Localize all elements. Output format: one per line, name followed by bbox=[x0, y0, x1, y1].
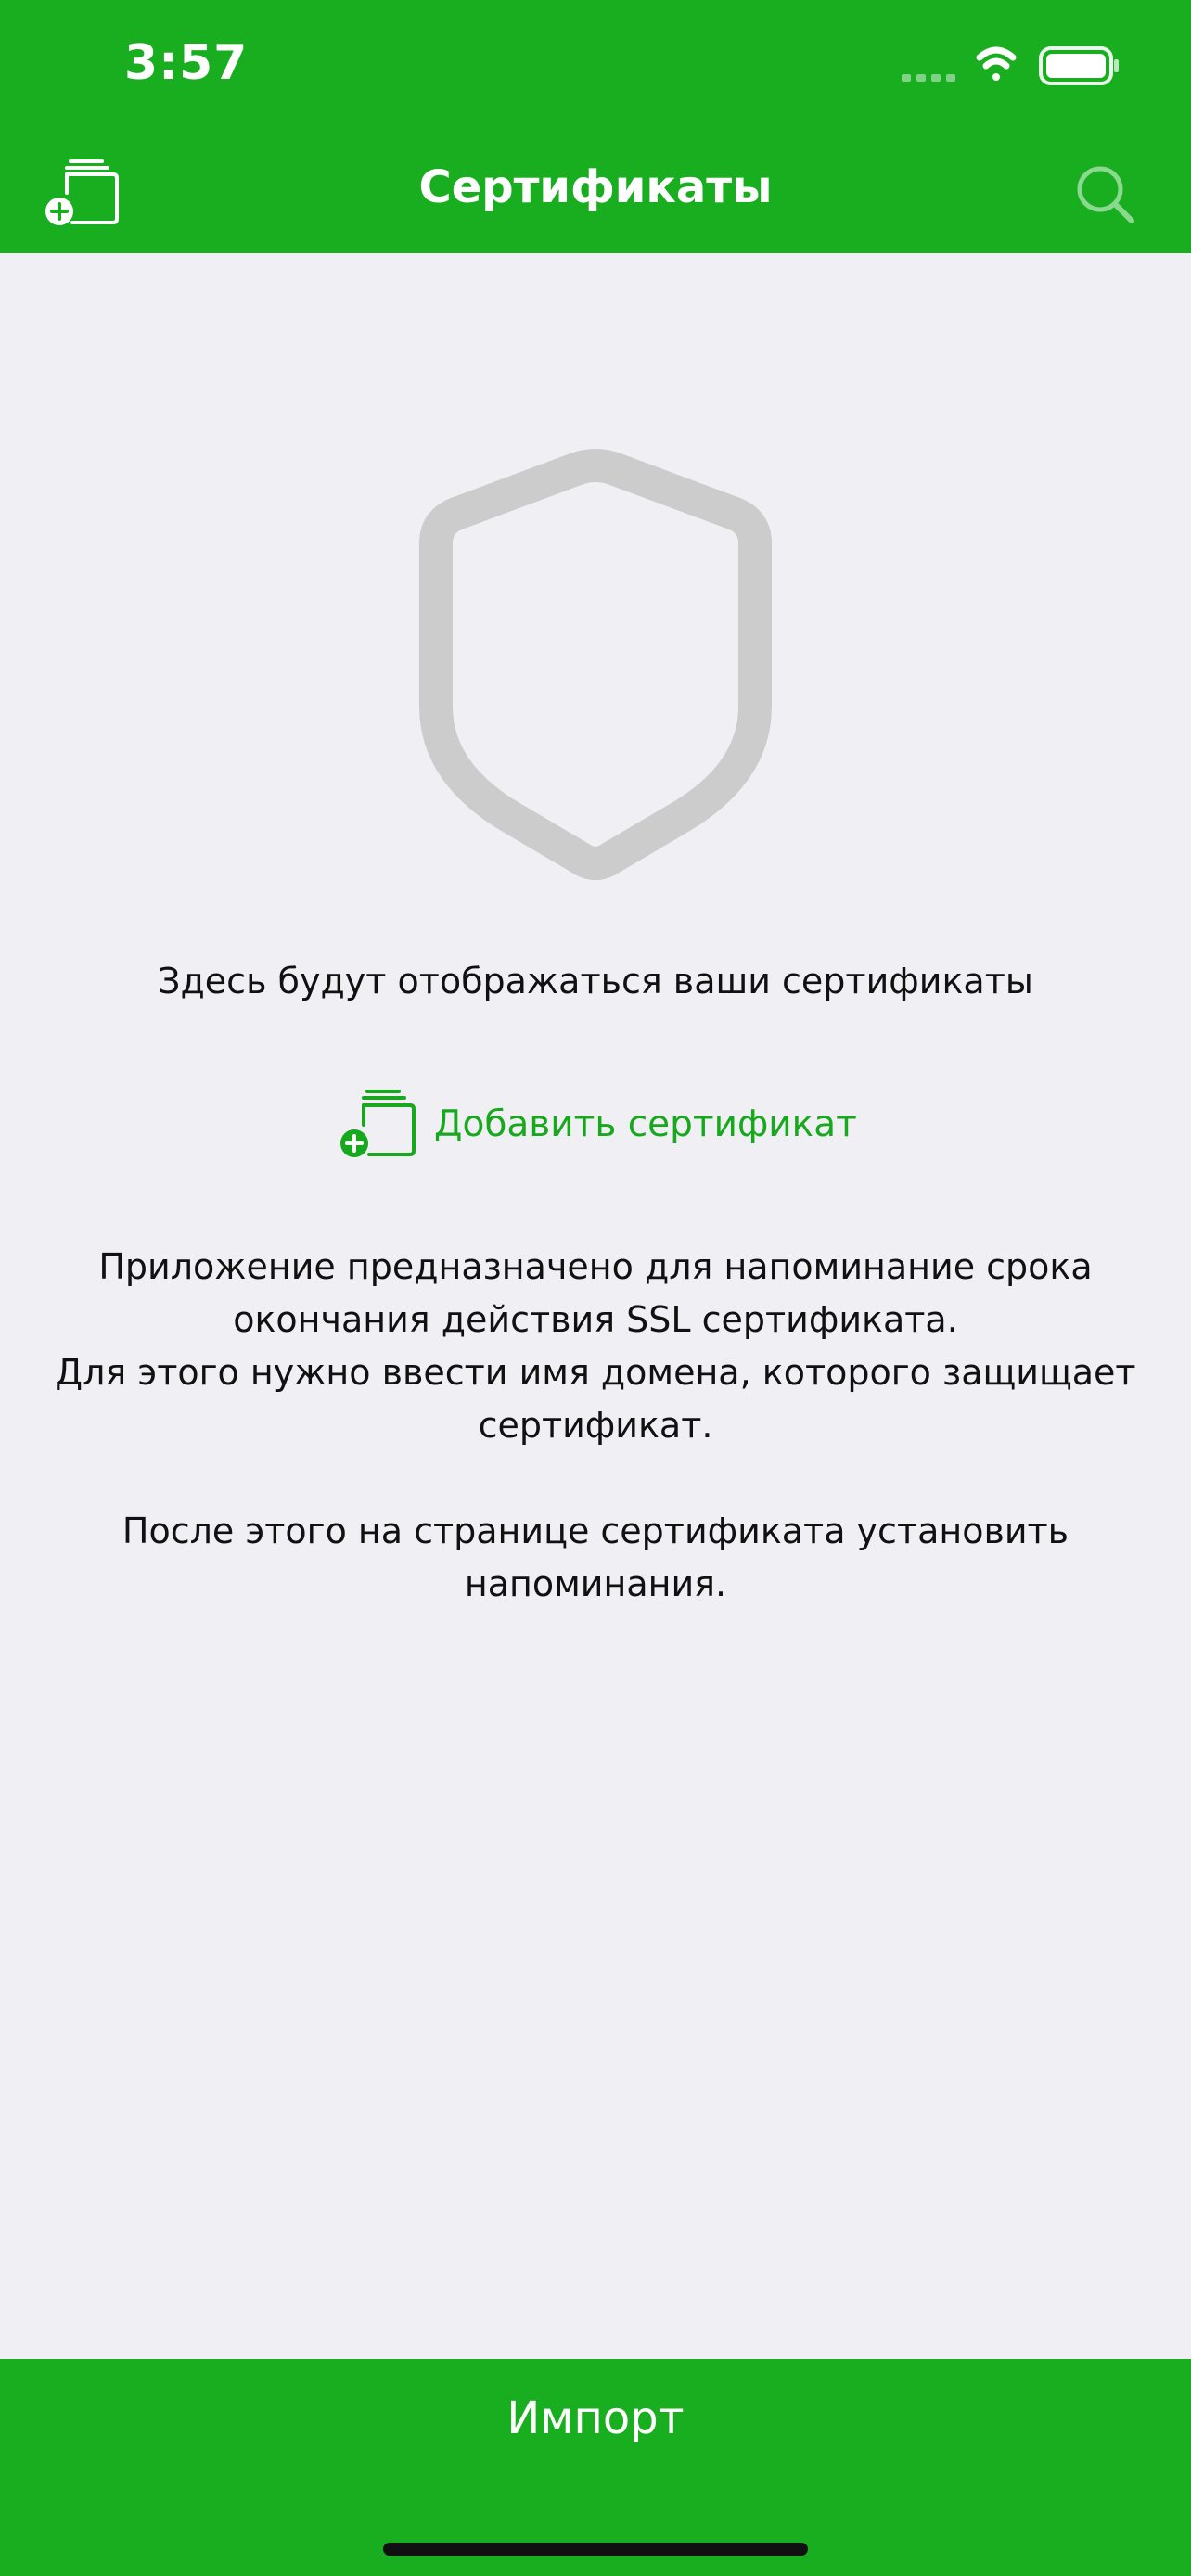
description-paragraph: Приложение предназначено для напоминание… bbox=[98, 1246, 1093, 1340]
page-title: Сертификаты bbox=[418, 161, 773, 213]
search-icon[interactable] bbox=[1072, 161, 1139, 228]
add-certificate-icon bbox=[340, 1090, 416, 1157]
status-bar: 3:57 bbox=[0, 0, 1191, 130]
shield-icon bbox=[419, 449, 772, 880]
signal-icon bbox=[902, 74, 955, 82]
import-button[interactable]: Импорт bbox=[0, 2359, 1191, 2576]
status-icons bbox=[902, 46, 1119, 85]
battery-icon bbox=[1039, 46, 1119, 85]
add-certificate-button[interactable]: Добавить сертификат bbox=[339, 1087, 857, 1161]
import-label: Импорт bbox=[506, 2392, 685, 2444]
app-description: Приложение предназначено для напоминание… bbox=[28, 1241, 1163, 1611]
navigation-bar: Сертификаты bbox=[0, 130, 1191, 253]
description-paragraph: Для этого нужно ввести имя домена, котор… bbox=[55, 1352, 1136, 1446]
wifi-icon bbox=[976, 46, 1017, 81]
description-paragraph: После этого на странице сертификата уста… bbox=[122, 1511, 1069, 1604]
status-time: 3:57 bbox=[124, 35, 249, 91]
home-indicator[interactable] bbox=[383, 2543, 808, 2556]
add-certificate-label: Добавить сертификат bbox=[434, 1103, 857, 1145]
empty-state-message: Здесь будут отображаться ваши сертификат… bbox=[158, 961, 1033, 1001]
